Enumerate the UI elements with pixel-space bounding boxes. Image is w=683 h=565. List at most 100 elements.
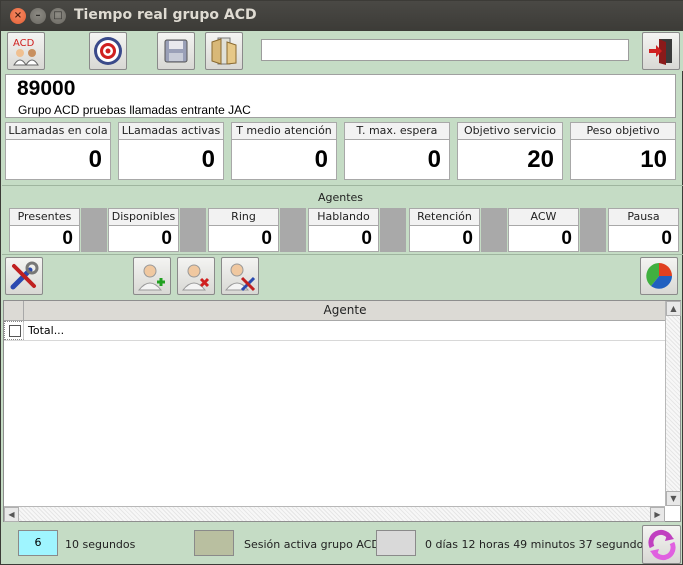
pie-chart-icon: [646, 263, 672, 289]
main-toolbar: ACD: [2, 31, 683, 71]
scroll-right-arrow-icon[interactable]: ▶: [650, 507, 665, 522]
agent-stat-hablando: Hablando 0: [308, 208, 379, 252]
stat-value: 0: [5, 139, 111, 180]
agent-stat-value: 0: [508, 225, 579, 252]
tools-icon: [10, 261, 39, 290]
table-header: Agente: [4, 301, 665, 321]
remove-agent-button[interactable]: [177, 257, 215, 295]
divider: [2, 185, 683, 186]
header-corner: [4, 301, 24, 320]
stat-value: 0: [231, 139, 337, 180]
refresh-button[interactable]: [642, 525, 681, 564]
stat-value: 0: [344, 139, 450, 180]
acd-group-button[interactable]: ACD: [7, 32, 45, 70]
configure-button[interactable]: [5, 257, 43, 295]
agent-stat-spacer: [180, 208, 206, 252]
realtime-window: × – □ Tiempo real grupo ACD ACD 89000 Gr…: [0, 0, 683, 565]
add-agent-button[interactable]: [133, 257, 171, 295]
target-button[interactable]: [89, 32, 127, 70]
agent-stat-label: Retención: [409, 208, 480, 226]
target-icon: [94, 37, 122, 65]
stat-llamadas-activas: LLamadas activas 0: [118, 122, 224, 180]
exit-door-icon: [649, 39, 672, 65]
agent-stat-retencion: Retención 0: [409, 208, 480, 252]
scroll-down-arrow-icon[interactable]: ▼: [666, 491, 681, 506]
stat-t-max-espera: T. max. espera 0: [344, 122, 450, 180]
scroll-left-arrow-icon[interactable]: ◀: [4, 507, 19, 522]
agent-stat-spacer: [380, 208, 406, 252]
open-folder-button[interactable]: [205, 32, 243, 70]
stat-llamadas-en-cola: LLamadas en cola 0: [5, 122, 111, 180]
agent-stat-value: 0: [108, 225, 179, 252]
remove-user-icon: [181, 264, 210, 291]
stat-label: T medio atención: [231, 122, 337, 140]
agent-stat-presentes: Presentes 0: [9, 208, 80, 252]
vertical-scrollbar[interactable]: ▲ ▼: [665, 301, 681, 506]
column-header-agente[interactable]: Agente: [25, 301, 665, 320]
agent-stat-spacer: [580, 208, 606, 252]
acd-agents-icon: ACD: [13, 38, 39, 66]
row-select-cell[interactable]: [4, 321, 24, 340]
stat-label: Peso objetivo: [570, 122, 676, 140]
folder-icon: [211, 37, 237, 65]
toolbar-text-field[interactable]: [261, 39, 629, 61]
agent-stat-label: Hablando: [308, 208, 379, 226]
agent-stat-spacer: [81, 208, 107, 252]
stat-objetivo-servicio: Objetivo servicio 20: [457, 122, 563, 180]
agent-stat-value: 0: [409, 225, 480, 252]
title-bar: × – □ Tiempo real grupo ACD: [1, 1, 683, 31]
agents-toolbar: [2, 256, 683, 297]
horizontal-scrollbar[interactable]: ◀ ▶: [4, 506, 665, 522]
maximize-window-button[interactable]: □: [50, 8, 66, 24]
agent-stat-label: Ring: [208, 208, 279, 226]
stat-label: LLamadas activas: [118, 122, 224, 140]
agent-stat-value: 0: [9, 225, 80, 252]
agent-stat-ring: Ring 0: [208, 208, 279, 252]
agents-table: Agente Total... ▲ ▼ ◀ ▶: [3, 300, 681, 522]
stat-label: LLamadas en cola: [5, 122, 111, 140]
scroll-up-arrow-icon[interactable]: ▲: [666, 301, 681, 316]
agent-stat-value: 0: [608, 225, 679, 252]
agent-stat-label: Disponibles: [108, 208, 179, 226]
agent-stat-acw: ACW 0: [508, 208, 579, 252]
status-bar: 6 10 segundos Sesión activa grupo ACD 0 …: [2, 524, 683, 565]
agent-stat-disponibles: Disponibles 0: [108, 208, 179, 252]
agents-section-title: Agentes: [317, 191, 364, 204]
refresh-interval-label: 10 segundos: [65, 538, 136, 551]
minimize-window-button[interactable]: –: [30, 8, 46, 24]
agent-name-cell: Total...: [28, 324, 65, 337]
stat-value: 0: [118, 139, 224, 180]
close-window-button[interactable]: ×: [10, 8, 26, 24]
agent-stat-label: Pausa: [608, 208, 679, 226]
refresh-arrows-icon: [647, 529, 676, 560]
session-indicator: [194, 530, 234, 556]
group-info-box: 89000 Grupo ACD pruebas llamadas entrant…: [5, 74, 676, 118]
stat-value: 20: [457, 139, 563, 180]
add-user-icon: [137, 264, 165, 291]
agent-stat-spacer: [481, 208, 507, 252]
stat-label: Objetivo servicio: [457, 122, 563, 140]
agent-stat-label: ACW: [508, 208, 579, 226]
agent-stat-value: 0: [308, 225, 379, 252]
svg-text:ACD: ACD: [13, 38, 35, 49]
save-button[interactable]: [157, 32, 195, 70]
agent-stat-value: 0: [208, 225, 279, 252]
uptime-label: 0 días 12 horas 49 minutos 37 segundos: [425, 538, 650, 551]
agent-stat-pausa: Pausa 0: [608, 208, 679, 252]
table-row[interactable]: Total...: [4, 321, 665, 341]
floppy-disk-icon: [164, 39, 188, 63]
stat-value: 10: [570, 139, 676, 180]
edit-agent-button[interactable]: [221, 257, 259, 295]
stat-peso-objetivo: Peso objetivo 10: [570, 122, 676, 180]
agent-stat-label: Presentes: [9, 208, 80, 226]
chart-button[interactable]: [640, 257, 678, 295]
user-tools-icon: [224, 263, 256, 292]
agent-stat-spacer: [280, 208, 306, 252]
group-description: Grupo ACD pruebas llamadas entrante JAC: [18, 103, 251, 117]
refresh-interval-field[interactable]: 6: [18, 530, 58, 556]
row-checkbox[interactable]: [9, 325, 21, 337]
session-label: Sesión activa grupo ACD: [244, 538, 380, 551]
exit-button[interactable]: [642, 32, 680, 70]
stat-t-medio-atencion: T medio atención 0: [231, 122, 337, 180]
stat-label: T. max. espera: [344, 122, 450, 140]
